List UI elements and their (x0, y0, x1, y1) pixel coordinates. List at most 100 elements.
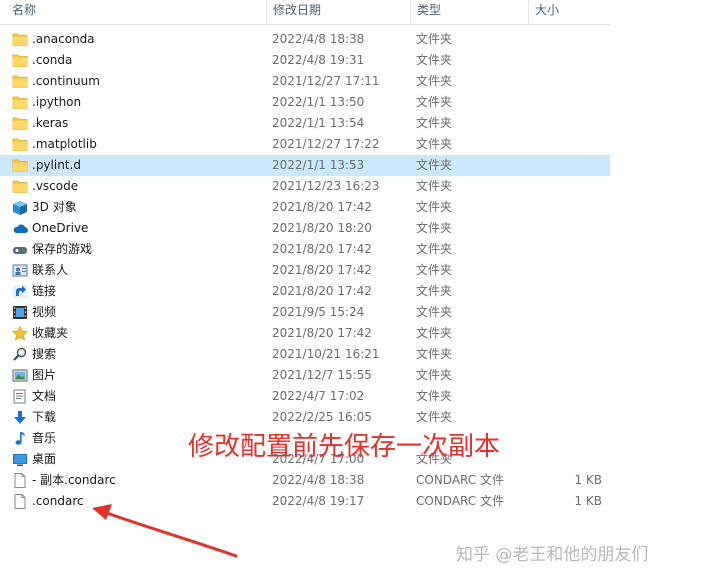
arrow-shaft (102, 510, 238, 558)
column-header-type[interactable]: 类型 (410, 0, 528, 24)
watermark: 知乎 @老王和他的朋友们 (456, 545, 649, 565)
file-name: .anaconda (32, 32, 95, 46)
file-type: 文件夹 (416, 53, 453, 67)
folder-icon (12, 74, 28, 89)
column-header-date-modified[interactable]: 修改日期 (266, 0, 410, 24)
file-row[interactable]: 保存的游戏 2021/8/20 17:42 文件夹 (0, 239, 610, 260)
file-size (534, 176, 602, 197)
music-note-icon (12, 431, 28, 446)
file-row[interactable]: .condarc 2022/4/8 19:17 CONDARC 文件 1 KB (0, 491, 610, 512)
file-row[interactable]: .ipython 2022/1/1 13:50 文件夹 (0, 92, 610, 113)
column-header-size[interactable]: 大小 (528, 0, 610, 24)
file-row[interactable]: - 副本.condarc 2022/4/8 18:38 CONDARC 文件 1 KB (0, 470, 610, 491)
file-size (534, 449, 602, 470)
file-row[interactable]: .conda 2022/4/8 19:31 文件夹 (0, 50, 610, 71)
file-size (534, 134, 602, 155)
file-row[interactable]: 联系人 2021/8/20 17:42 文件夹 (0, 260, 610, 281)
file-size (534, 50, 602, 71)
file-date-modified: 2021/8/20 17:42 (272, 200, 372, 214)
file-name: .pylint.d (32, 158, 81, 172)
folder-icon (12, 32, 28, 47)
annotation-text: 修改配置前先保存一次副本 (188, 432, 501, 462)
file-type: 文件夹 (416, 368, 453, 382)
file-date-modified: 2022/1/1 13:50 (272, 95, 365, 109)
file-size (534, 260, 602, 281)
file-name: .conda (32, 53, 73, 67)
file-name: .condarc (32, 494, 84, 508)
file-date-modified: 2021/12/7 15:55 (272, 368, 372, 382)
video-film-icon (12, 305, 28, 320)
favorites-star-icon (12, 326, 28, 341)
file-row[interactable]: 图片 2021/12/7 15:55 文件夹 (0, 365, 610, 386)
file-date-modified: 2022/1/1 13:53 (272, 158, 365, 172)
file-name: 收藏夹 (32, 326, 69, 340)
file-name: 视频 (32, 305, 57, 319)
file-size (534, 302, 602, 323)
file-row[interactable]: 下载 2022/2/25 16:05 文件夹 (0, 407, 610, 428)
file-row[interactable]: .matplotlib 2021/12/27 17:22 文件夹 (0, 134, 610, 155)
file-name: 搜索 (32, 347, 57, 361)
file-name: 3D 对象 (32, 200, 77, 214)
file-name: OneDrive (32, 221, 89, 235)
file-type: CONDARC 文件 (416, 494, 504, 508)
file-row[interactable]: 搜索 2021/10/21 16:21 文件夹 (0, 344, 610, 365)
desktop-icon (12, 452, 28, 467)
file-row[interactable]: OneDrive 2021/8/20 18:20 文件夹 (0, 218, 610, 239)
file-type: 文件夹 (416, 158, 453, 172)
file-date-modified: 2021/8/20 18:20 (272, 221, 372, 235)
file-size (534, 344, 602, 365)
file-name: - 副本.condarc (32, 473, 116, 487)
contacts-icon (12, 263, 28, 278)
file-type: 文件夹 (416, 137, 453, 151)
file-name: 保存的游戏 (32, 242, 93, 256)
file-date-modified: 2021/9/5 15:24 (272, 305, 365, 319)
folder-icon (12, 53, 28, 68)
file-name: 联系人 (32, 263, 69, 277)
file-size (534, 92, 602, 113)
file-type: 文件夹 (416, 284, 453, 298)
file-type: 文件夹 (416, 200, 453, 214)
file-name: 链接 (32, 284, 57, 298)
column-header-name[interactable]: 名称 (6, 0, 266, 24)
file-type: 文件夹 (416, 95, 453, 109)
file-name: .ipython (32, 95, 82, 109)
file-row[interactable]: .continuum 2021/12/27 17:11 文件夹 (0, 71, 610, 92)
file-date-modified: 2021/8/20 17:42 (272, 242, 372, 256)
saved-games-icon (12, 242, 28, 257)
file-row[interactable]: 3D 对象 2021/8/20 17:42 文件夹 (0, 197, 610, 218)
file-date-modified: 2021/8/20 17:42 (272, 326, 372, 340)
file-type: 文件夹 (416, 326, 453, 340)
file-size (534, 29, 602, 50)
file-size (534, 218, 602, 239)
column-header-bar: 名称 修改日期 类型 大小 (0, 0, 610, 25)
file-type: 文件夹 (416, 74, 453, 88)
file-type: 文件夹 (416, 305, 453, 319)
folder-icon (12, 95, 28, 110)
file-row[interactable]: 链接 2021/8/20 17:42 文件夹 (0, 281, 610, 302)
file-size (534, 113, 602, 134)
file-name: 文档 (32, 389, 57, 403)
file-date-modified: 2022/4/8 19:31 (272, 53, 365, 67)
file-row[interactable]: .pylint.d 2022/1/1 13:53 文件夹 (0, 155, 610, 176)
file-row[interactable]: 视频 2021/9/5 15:24 文件夹 (0, 302, 610, 323)
folder-icon (12, 116, 28, 131)
folder-icon (12, 137, 28, 152)
file-icon (12, 473, 28, 488)
file-row[interactable]: .vscode 2021/12/23 16:23 文件夹 (0, 176, 610, 197)
file-name: .matplotlib (32, 137, 97, 151)
file-size (534, 323, 602, 344)
file-row[interactable]: 文档 2022/4/7 17:02 文件夹 (0, 386, 610, 407)
file-size (534, 386, 602, 407)
file-date-modified: 2022/1/1 13:54 (272, 116, 365, 130)
file-date-modified: 2022/4/8 18:38 (272, 32, 365, 46)
file-name: .keras (32, 116, 69, 130)
file-row[interactable]: 收藏夹 2021/8/20 17:42 文件夹 (0, 323, 610, 344)
file-type: 文件夹 (416, 347, 453, 361)
file-row[interactable]: .keras 2022/1/1 13:54 文件夹 (0, 113, 610, 134)
file-size (534, 407, 602, 428)
file-size: 1 KB (574, 473, 602, 487)
file-row[interactable]: .anaconda 2022/4/8 18:38 文件夹 (0, 29, 610, 50)
folder-icon (12, 158, 28, 173)
file-date-modified: 2021/12/23 16:23 (272, 179, 380, 193)
file-size (534, 71, 602, 92)
